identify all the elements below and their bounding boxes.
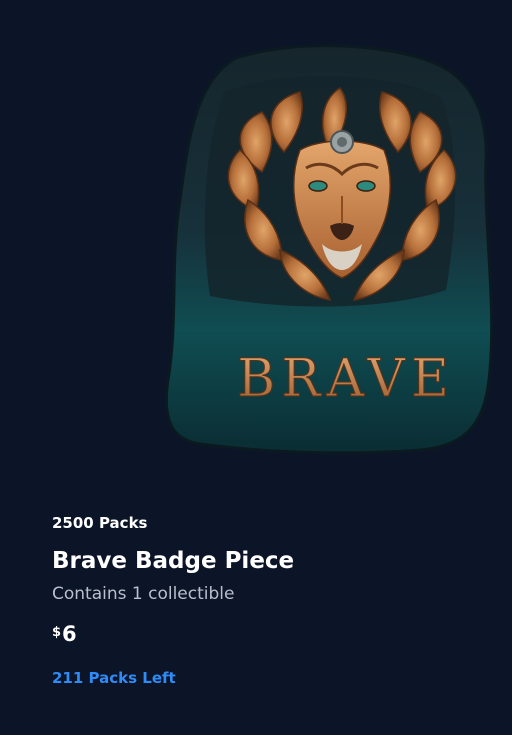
- price-amount: 6: [62, 622, 77, 646]
- svg-text:BRAVE: BRAVE: [237, 349, 455, 409]
- pack-info: 2500 Packs Brave Badge Piece Contains 1 …: [52, 512, 492, 689]
- pack-title[interactable]: Brave Badge Piece: [52, 546, 492, 576]
- pack-card[interactable]: BRAVE 2500 Packs Brave Badge Piece Conta…: [0, 0, 512, 735]
- price: $ 6: [52, 624, 492, 645]
- pack-subtitle: Contains 1 collectible: [52, 584, 235, 604]
- lion-badge-image: BRAVE: [0, 0, 512, 480]
- price-currency: $: [52, 625, 62, 640]
- packs-left-label: 211 Packs Left: [52, 669, 176, 687]
- pack-count: 2500 Packs: [52, 514, 148, 532]
